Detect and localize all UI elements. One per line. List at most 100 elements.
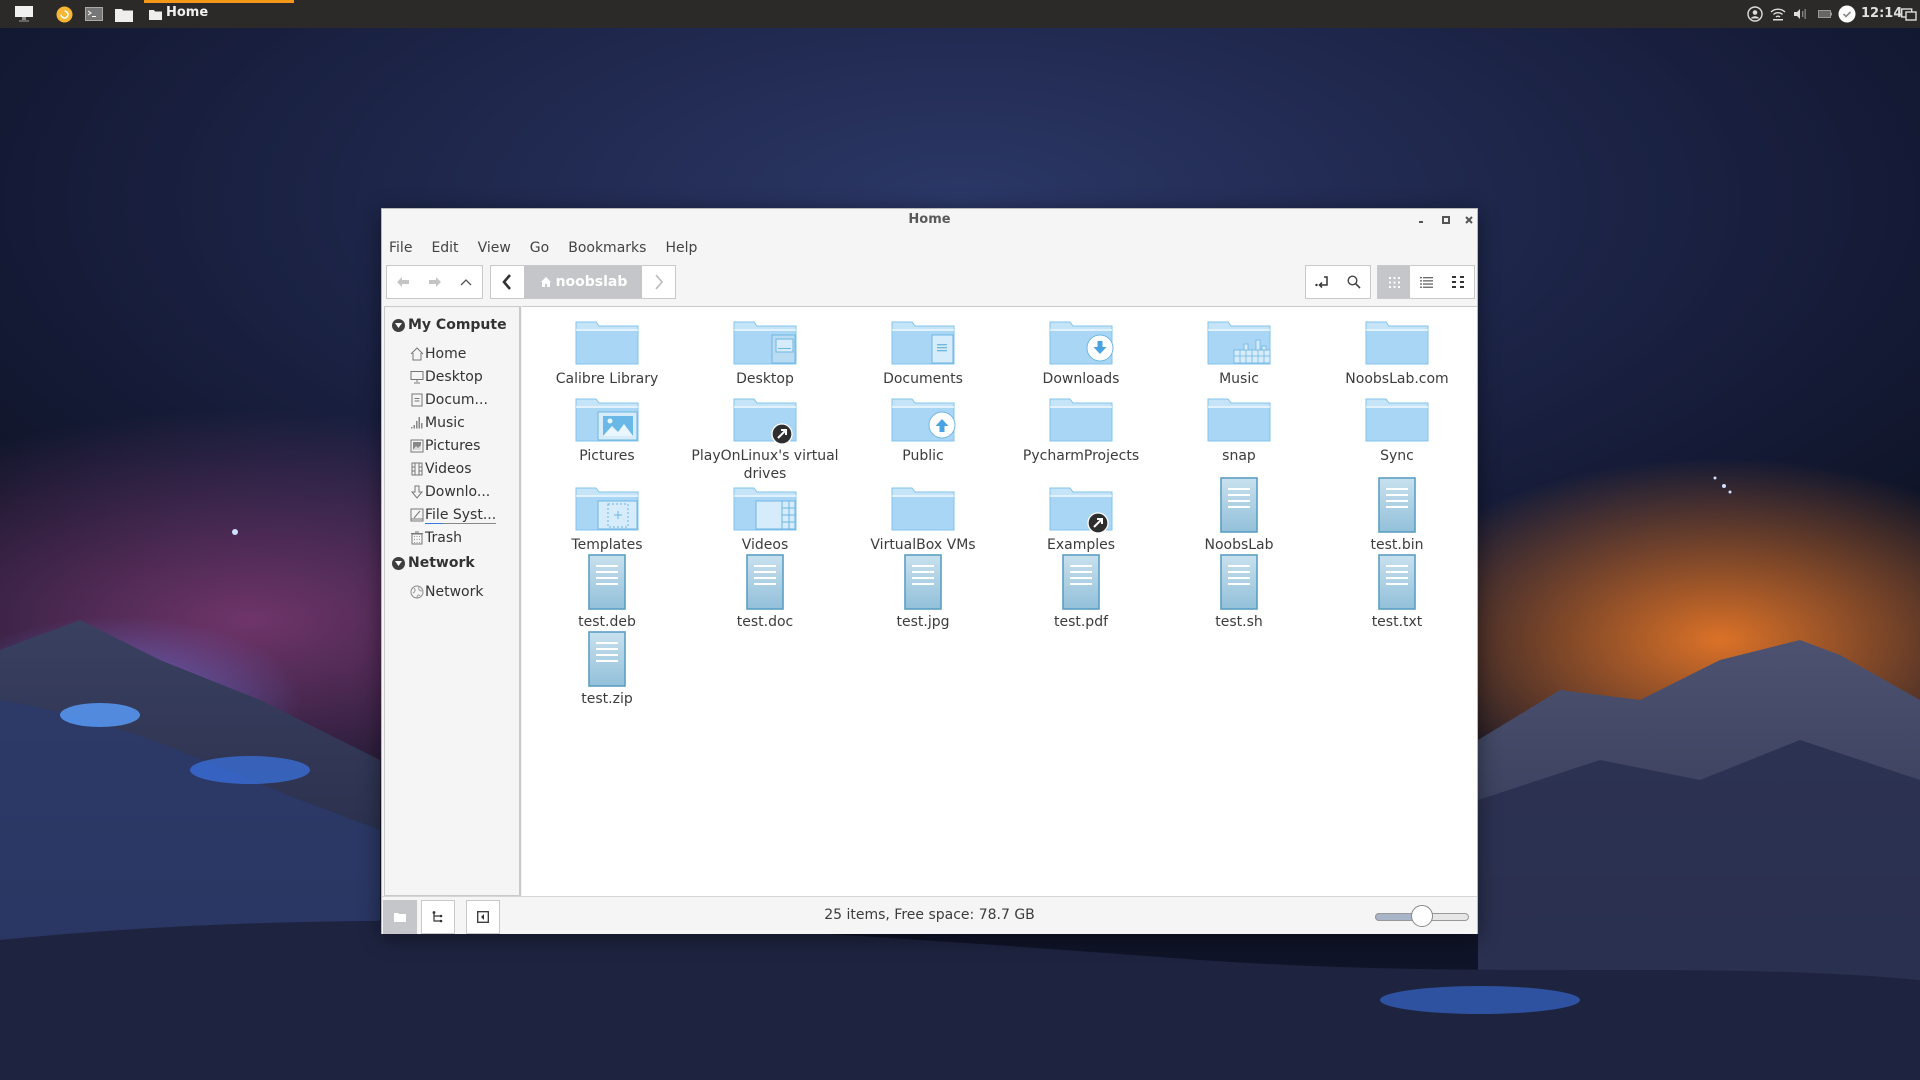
desktop-icon [409, 370, 424, 385]
show-tree-button[interactable] [421, 900, 455, 934]
taskbar-window-label[interactable]: Home [166, 5, 208, 20]
folder-icon[interactable] [148, 5, 162, 23]
update-check-icon[interactable] [1838, 5, 1856, 23]
folder-item[interactable]: Sync [1322, 398, 1472, 465]
icon-view-button[interactable] [1378, 266, 1410, 298]
zoom-slider-handle[interactable] [1411, 905, 1433, 927]
folder-icon [848, 487, 998, 534]
menu-bookmarks[interactable]: Bookmarks [568, 236, 646, 260]
minimize-button[interactable] [1414, 213, 1428, 227]
file-name: test.deb [578, 614, 636, 630]
toggle-location-button[interactable] [1306, 266, 1338, 298]
file-item[interactable]: test.deb [532, 553, 682, 631]
folder-item[interactable]: PlayOnLinux's virtual drives [690, 398, 840, 483]
file-name: Desktop [736, 371, 794, 387]
updater-icon[interactable] [55, 5, 73, 23]
folder-icon [1006, 398, 1156, 445]
pictures-icon [409, 439, 424, 454]
file-item[interactable]: test.pdf [1006, 553, 1156, 631]
up-button[interactable] [450, 266, 482, 298]
workspace-switcher-icon[interactable] [1900, 5, 1918, 23]
sidebar-item-downlo[interactable]: Downlo... [409, 482, 490, 502]
file-view[interactable]: Calibre Library Desktop Documents Downlo… [522, 306, 1477, 896]
folder-item[interactable]: Documents [848, 321, 998, 388]
folder-item[interactable]: snap [1164, 398, 1314, 465]
file-item[interactable]: test.txt [1322, 553, 1472, 631]
menu-go[interactable]: Go [530, 236, 549, 260]
folder-link-icon [1006, 487, 1156, 534]
menu-file[interactable]: File [389, 236, 412, 260]
status-text: 25 items, Free space: 78.7 GB [824, 907, 1035, 923]
toggle-sidebar-button[interactable] [466, 900, 500, 934]
file-item[interactable]: NoobsLab [1164, 476, 1314, 554]
folder-item[interactable]: Desktop [690, 321, 840, 388]
close-button[interactable] [1462, 213, 1476, 227]
file-item[interactable]: test.sh [1164, 553, 1314, 631]
menu-view[interactable]: View [478, 236, 511, 260]
sidebar-item-docum[interactable]: Docum... [409, 390, 488, 410]
window-titlebar[interactable]: Home [382, 209, 1477, 231]
file-name: Music [1219, 371, 1259, 387]
text-file-icon [1164, 553, 1314, 611]
file-item[interactable]: test.zip [532, 630, 682, 708]
file-name: test.pdf [1053, 614, 1109, 630]
folder-documents-icon [848, 321, 998, 368]
forward-button[interactable] [419, 266, 451, 298]
show-desktop-icon[interactable] [13, 5, 35, 23]
path-crumb-home[interactable]: noobslab [523, 266, 643, 298]
folder-item[interactable]: Music [1164, 321, 1314, 388]
wifi-icon[interactable] [1769, 5, 1787, 23]
folder-item[interactable]: Public [848, 398, 998, 465]
folder-item[interactable]: Pictures [532, 398, 682, 465]
folder-item[interactable]: Calibre Library [532, 321, 682, 388]
sidebar-item-videos[interactable]: Videos [409, 459, 472, 479]
terminal-icon[interactable] [84, 5, 103, 23]
search-button[interactable] [1338, 266, 1370, 298]
folder-item[interactable]: VirtualBox VMs [848, 487, 998, 554]
file-item[interactable]: test.jpg [848, 553, 998, 631]
file-name: test.doc [736, 614, 794, 630]
folder-item[interactable]: Templates [532, 487, 682, 554]
volume-icon[interactable] [1792, 5, 1808, 23]
sidebar-item-pictures[interactable]: Pictures [409, 436, 480, 456]
path-prev-button[interactable] [491, 266, 524, 298]
places-sidebar: My Compute Home Desktop Docum... Music Pictur… [384, 306, 521, 896]
file-item[interactable]: test.doc [690, 553, 840, 631]
sidebar-item-network[interactable]: Network [409, 582, 483, 602]
folder-item[interactable]: Examples [1006, 487, 1156, 554]
sidebar-item-trash[interactable]: Trash [409, 528, 462, 548]
sidebar-section-network[interactable]: Network [392, 555, 475, 571]
folder-downloads-icon [1006, 321, 1156, 368]
file-name: Pictures [579, 448, 635, 464]
sidebar-item-home[interactable]: Home [409, 344, 466, 364]
folder-item[interactable]: PycharmProjects [1006, 398, 1156, 465]
folder-icon [1164, 398, 1314, 445]
folder-item[interactable]: Videos [690, 487, 840, 554]
sidebar-item-file-syst[interactable]: File Syst... [409, 505, 497, 525]
location-search-group [1305, 265, 1371, 299]
list-view-button[interactable] [1410, 266, 1442, 298]
folder-item[interactable]: Downloads [1006, 321, 1156, 388]
zoom-slider[interactable] [1375, 905, 1469, 927]
compact-view-button[interactable] [1442, 266, 1474, 298]
battery-icon[interactable] [1817, 5, 1833, 23]
sidebar-item-label: Pictures [425, 438, 481, 454]
sidebar-item-music[interactable]: Music [409, 413, 465, 433]
user-icon[interactable] [1746, 5, 1764, 23]
file-manager-icon[interactable] [114, 5, 133, 23]
back-button[interactable] [387, 266, 419, 298]
sidebar-section-my-compute[interactable]: My Compute [392, 317, 507, 333]
menu-edit[interactable]: Edit [431, 236, 458, 260]
folder-icon [1322, 398, 1472, 445]
file-name: Examples [1046, 537, 1116, 553]
clock[interactable]: 12:14 [1861, 6, 1902, 21]
menu-help[interactable]: Help [665, 236, 697, 260]
maximize-button[interactable] [1439, 213, 1453, 227]
path-next-button[interactable] [642, 266, 675, 298]
path-bar: noobslab [490, 265, 676, 299]
sidebar-item-desktop[interactable]: Desktop [409, 367, 483, 387]
folder-item[interactable]: NoobsLab.com [1322, 321, 1472, 388]
file-item[interactable]: test.bin [1322, 476, 1472, 554]
show-places-button[interactable] [383, 900, 417, 934]
collapse-caret-icon [392, 556, 405, 570]
